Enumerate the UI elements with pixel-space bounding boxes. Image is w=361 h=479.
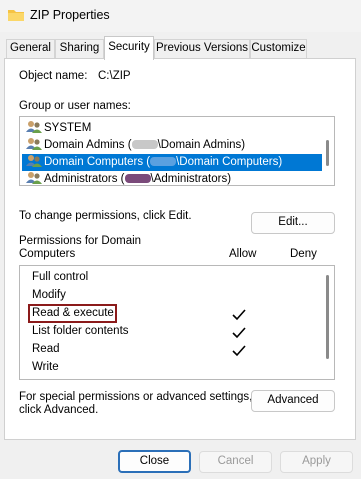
redacted-block <box>131 140 158 149</box>
list-item[interactable]: SYSTEM <box>26 120 322 137</box>
list-item-selected[interactable]: Domain Computers ( \Domain Computers) <box>22 154 322 171</box>
window-title: ZIP Properties <box>30 8 110 22</box>
deny-column-header: Deny <box>290 248 317 260</box>
folder-icon <box>8 10 24 21</box>
apply-button[interactable]: Apply <box>280 451 353 473</box>
permission-list-folder-contents: List folder contents <box>32 325 129 337</box>
group-label-prefix: Domain Admins ( <box>44 139 132 151</box>
tab-customize[interactable]: Customize <box>250 39 307 59</box>
scrollbar[interactable] <box>321 118 333 184</box>
redacted-block <box>124 174 151 183</box>
check-icon <box>232 309 246 321</box>
highlight-box <box>28 304 117 323</box>
object-name-value: C:\ZIP <box>98 70 131 82</box>
permission-modify: Modify <box>32 289 66 301</box>
group-label-prefix: Administrators ( <box>44 173 125 185</box>
edit-button[interactable]: Edit... <box>251 212 335 234</box>
permissions-list: Full control Modify Read & execute List … <box>19 265 335 380</box>
permission-read: Read <box>32 343 60 355</box>
cancel-button[interactable]: Cancel <box>199 451 272 473</box>
group-names-label: Group or user names: <box>19 100 131 112</box>
users-icon <box>26 172 42 184</box>
permission-full-control: Full control <box>32 271 89 283</box>
group-label-suffix: \Administrators) <box>150 173 232 185</box>
users-icon <box>26 121 42 133</box>
users-icon <box>26 155 42 167</box>
redacted-block <box>150 157 177 166</box>
scrollbar-thumb[interactable] <box>326 275 329 359</box>
group-label-suffix: \Domain Computers) <box>176 156 283 168</box>
advanced-text: For special permissions or advanced sett… <box>19 391 253 403</box>
advanced-text-line2: click Advanced. <box>19 404 99 416</box>
check-icon <box>232 327 246 339</box>
title-bar: ZIP Properties <box>0 0 361 32</box>
permission-write: Write <box>32 361 59 373</box>
permissions-header-line2: Computers <box>19 248 76 260</box>
change-permissions-text: To change permissions, click Edit. <box>19 210 192 222</box>
list-item[interactable]: Administrators ( \Administrators) <box>26 171 322 185</box>
tab-security[interactable]: Security <box>104 36 154 60</box>
tab-general[interactable]: General <box>6 39 55 59</box>
permissions-header: Permissions for Domain <box>19 235 142 247</box>
group-list[interactable]: SYSTEM Domain Admins ( \Domain Admins) Do… <box>19 116 335 186</box>
group-label-suffix: \Domain Admins) <box>157 139 246 151</box>
check-icon <box>232 345 246 357</box>
close-button[interactable]: Close <box>118 450 191 473</box>
group-label-prefix: Domain Computers ( <box>44 156 151 168</box>
tab-sharing[interactable]: Sharing <box>55 39 104 59</box>
advanced-button[interactable]: Advanced <box>251 390 335 412</box>
group-label: SYSTEM <box>44 122 92 134</box>
scrollbar-thumb[interactable] <box>326 140 329 166</box>
users-icon <box>26 138 42 150</box>
list-item[interactable]: Domain Admins ( \Domain Admins) <box>26 137 322 154</box>
object-name-label: Object name: <box>19 70 88 82</box>
tab-previous-versions[interactable]: Previous Versions <box>154 39 250 59</box>
allow-column-header: Allow <box>229 248 257 260</box>
scrollbar[interactable] <box>321 267 333 378</box>
